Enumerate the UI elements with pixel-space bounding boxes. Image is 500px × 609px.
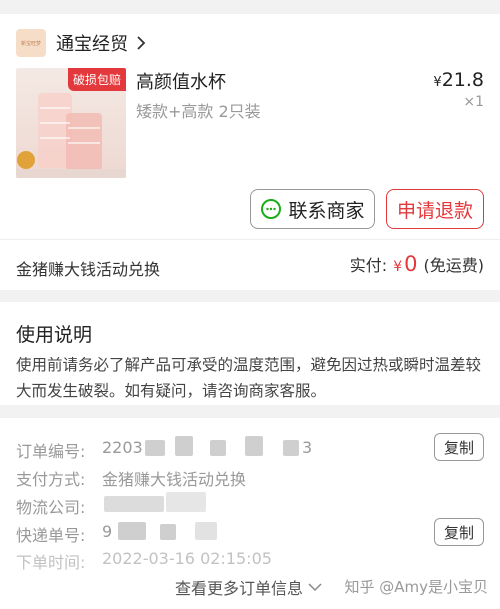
price-value: 21.8 bbox=[441, 69, 484, 91]
chevron-down-icon bbox=[308, 583, 322, 592]
product-quantity: ×1 bbox=[463, 94, 484, 110]
order-card: 新宝旺梦 通宝经贸 破损包赔 高颜值水杯 矮款+高款 2只装 ¥21.8 ×1 … bbox=[0, 14, 500, 290]
request-refund-button[interactable]: 申请退款 bbox=[386, 189, 484, 229]
shop-logo: 新宝旺梦 bbox=[16, 29, 46, 57]
order-number-mosaic-2 bbox=[175, 436, 193, 456]
shipping-note: (免运费) bbox=[423, 256, 485, 275]
instructions-card: 使用说明 使用前请务必了解产品可承受的温度范围，避免因过热或瞬时温差较大而发生破… bbox=[0, 302, 500, 405]
instructions-body: 使用前请务必了解产品可承受的温度范围，避免因过热或瞬时温差较大而发生破裂。如有疑… bbox=[16, 356, 482, 400]
order-number-mosaic-3 bbox=[210, 440, 226, 456]
tracking-number-label: 快递单号: bbox=[16, 526, 86, 545]
tracking-mosaic-1 bbox=[118, 522, 146, 540]
product-spec: 矮款+高款 2只装 bbox=[136, 102, 261, 121]
view-more-order-info[interactable]: 查看更多订单信息 bbox=[175, 575, 323, 599]
order-time-value: 2022-03-16 02:15:05 bbox=[102, 549, 272, 568]
compensation-badge: 破损包赔 bbox=[67, 68, 126, 91]
order-time-label: 下单时间: bbox=[16, 553, 86, 572]
wechat-icon bbox=[261, 199, 282, 219]
paid-value: 0 bbox=[404, 252, 418, 276]
paid-label: 实付: bbox=[349, 256, 388, 275]
price-currency: ¥ bbox=[433, 75, 442, 90]
request-refund-label: 申请退款 bbox=[396, 199, 473, 222]
paid-amount: 实付: ¥ 0 (免运费) bbox=[350, 252, 484, 276]
tracking-number-start: 9 bbox=[102, 522, 113, 541]
instructions-heading: 使用说明 bbox=[16, 324, 93, 346]
tracking-mosaic-3 bbox=[195, 522, 217, 540]
order-number-start: 2203 bbox=[102, 438, 143, 457]
chevron-right-icon bbox=[137, 36, 146, 50]
payment-method-label: 支付方式: bbox=[16, 470, 86, 489]
product-title[interactable]: 高颜值水杯 bbox=[136, 68, 226, 94]
logistics-mosaic-2 bbox=[166, 492, 206, 512]
copy-order-number-button[interactable]: 复制 bbox=[434, 433, 484, 461]
product-image[interactable]: 破损包赔 bbox=[16, 68, 126, 178]
logistics-label: 物流公司: bbox=[16, 498, 86, 517]
watermark: 知乎 @Amy是小宝贝 bbox=[344, 578, 488, 596]
order-number-end: 3 bbox=[302, 438, 313, 457]
order-number-label: 订单编号: bbox=[16, 442, 86, 461]
top-strip bbox=[0, 0, 500, 5]
shop-name: 通宝经贸 bbox=[56, 34, 128, 55]
product-price: ¥21.8 bbox=[433, 69, 484, 91]
order-number-mosaic-4 bbox=[245, 436, 263, 456]
order-number-mosaic-5 bbox=[283, 440, 299, 456]
shop-header[interactable]: 新宝旺梦 通宝经贸 bbox=[16, 28, 148, 58]
order-number-mosaic-1 bbox=[145, 440, 165, 456]
payment-method-value: 金猪赚大钱活动兑换 bbox=[102, 470, 247, 489]
contact-merchant-button[interactable]: 联系商家 bbox=[250, 189, 375, 229]
contact-merchant-label: 联系商家 bbox=[288, 199, 365, 222]
tracking-mosaic-2 bbox=[160, 524, 176, 540]
shop-logo-text: 新宝旺梦 bbox=[20, 40, 41, 47]
payment-activity: 金猪赚大钱活动兑换 bbox=[16, 260, 161, 279]
paid-currency: ¥ bbox=[393, 259, 403, 275]
view-more-label: 查看更多订单信息 bbox=[175, 579, 304, 598]
divider bbox=[0, 239, 500, 240]
logistics-mosaic bbox=[104, 496, 164, 512]
order-details-card: 订单编号: 2203 3 复制 支付方式: 金猪赚大钱活动兑换 物流公司: 快递… bbox=[0, 418, 500, 609]
copy-tracking-number-button[interactable]: 复制 bbox=[434, 518, 484, 546]
